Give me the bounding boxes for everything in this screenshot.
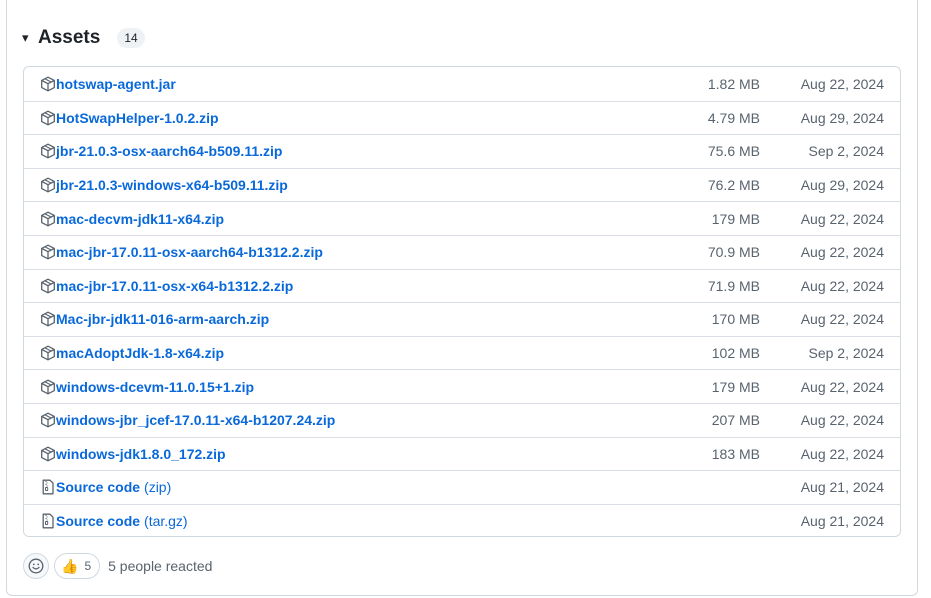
asset-size: 1.82 MB — [707, 75, 760, 92]
asset-date: Aug 22, 2024 — [800, 244, 884, 261]
asset-download-link[interactable]: mac-decvm-jdk11-x64.zip — [56, 211, 224, 227]
source-code-format: (zip) — [144, 479, 172, 496]
reaction-count: 5 — [84, 559, 92, 573]
package-icon — [40, 143, 56, 159]
source-code-label: Source code — [56, 479, 141, 496]
package-icon — [40, 412, 56, 428]
asset-size: 70.9 MB — [707, 244, 760, 261]
caret-down-icon: ▾ — [22, 30, 29, 45]
asset-size: 102 MB — [711, 345, 760, 362]
asset-name: windows-jdk1.8.0_172.zip — [56, 445, 226, 462]
asset-date: Aug 29, 2024 — [800, 109, 884, 126]
asset-row: Mac-jbr-jdk11-016-arm-aarch.zip 170 MB Aug… — [24, 302, 900, 336]
assets-title: Assets — [38, 27, 101, 48]
asset-row: jbr-21.0.3-osx-aarch64-b509.11.zip 75.6 M… — [24, 134, 900, 168]
smiley-icon — [28, 558, 44, 574]
source-code-label: Source code — [56, 513, 141, 530]
asset-download-link[interactable]: jbr-21.0.3-osx-aarch64-b509.11.zip — [56, 143, 282, 159]
asset-name: mac-decvm-jdk11-x64.zip — [56, 210, 225, 227]
asset-name: windows-jbr_jcef-17.0.11-x64-b1207.24.zi… — [56, 412, 336, 429]
reactions-summary: 5 people reacted — [108, 558, 213, 574]
package-icon — [40, 110, 56, 126]
asset-date: Aug 22, 2024 — [800, 412, 884, 429]
asset-row: mac-jbr-17.0.11-osx-aarch64-b1312.2.zip 7… — [24, 234, 900, 269]
asset-name: mac-jbr-17.0.11-osx-x64-b1312.2.zip — [56, 277, 294, 294]
asset-date: Aug 22, 2024 — [800, 210, 884, 227]
thumbs-up-reaction-button[interactable]: 👍 5 — [54, 553, 101, 579]
asset-row: mac-jbr-17.0.11-osx-x64-b1312.2.zip 71.9 … — [24, 268, 900, 303]
add-reaction-button[interactable] — [23, 553, 49, 579]
asset-download-link[interactable]: mac-jbr-17.0.11-osx-x64-b1312.2.zip — [56, 278, 293, 294]
asset-date: Sep 2, 2024 — [808, 143, 884, 160]
asset-download-link[interactable]: windows-jdk1.8.0_172.zip — [56, 446, 226, 462]
package-icon — [40, 379, 56, 395]
asset-name: windows-dcevm-11.0.15+1.zip — [56, 378, 255, 395]
asset-size: 179 MB — [711, 210, 760, 227]
asset-download-link[interactable]: macAdoptJdk-1.8-x64.zip — [56, 345, 224, 361]
asset-date: Aug 22, 2024 — [800, 445, 884, 462]
asset-date: Aug 22, 2024 — [800, 311, 884, 328]
source-code-format: (tar.gz) — [144, 513, 188, 530]
asset-size: 179 MB — [711, 378, 760, 395]
asset-download-link[interactable]: windows-jbr_jcef-17.0.11-x64-b1207.24.zi… — [56, 412, 335, 428]
asset-download-link[interactable]: jbr-21.0.3-windows-x64-b509.11.zip — [56, 177, 288, 193]
asset-download-link[interactable]: windows-dcevm-11.0.15+1.zip — [56, 379, 254, 395]
asset-row: jbr-21.0.3-windows-x64-b509.11.zip 76.2 M… — [24, 167, 900, 202]
asset-name: jbr-21.0.3-osx-aarch64-b509.11.zip — [56, 143, 283, 160]
package-icon — [40, 345, 56, 361]
package-icon — [40, 211, 56, 227]
package-icon — [40, 311, 56, 327]
asset-date: Aug 22, 2024 — [800, 378, 884, 395]
asset-size: 170 MB — [711, 311, 760, 328]
asset-row: mac-decvm-jdk11-x64.zip 179 MB Aug 22, 202… — [24, 201, 900, 235]
asset-row: windows-jdk1.8.0_172.zip 183 MB Aug 22, 20… — [24, 436, 900, 471]
thumbs-up-icon: 👍 — [61, 558, 79, 574]
asset-download-link[interactable]: mac-jbr-17.0.11-osx-aarch64-b1312.2.zip — [56, 244, 323, 260]
asset-date: Aug 29, 2024 — [800, 177, 884, 194]
asset-list: hotswap-agent.jar 1.82 MB Aug 22, 2024 HotS… — [23, 66, 901, 537]
package-icon — [40, 244, 56, 260]
asset-name: Mac-jbr-jdk11-016-arm-aarch.zip — [56, 311, 270, 328]
file-zip-icon — [40, 513, 56, 529]
package-icon — [40, 278, 56, 294]
asset-name: macAdoptJdk-1.8-x64.zip — [56, 345, 225, 362]
reactions-bar: 👍 5 5 people reacted — [23, 553, 212, 579]
asset-download-link[interactable]: hotswap-agent.jar — [56, 76, 176, 92]
source-code-row: Source code (tar.gz) Aug 21, 2024 — [24, 503, 900, 536]
asset-name: jbr-21.0.3-windows-x64-b509.11.zip — [56, 177, 288, 194]
source-code-link[interactable]: Source code (tar.gz) — [56, 513, 188, 529]
asset-name: HotSwapHelper-1.0.2.zip — [56, 109, 219, 126]
asset-date: Aug 21, 2024 — [800, 479, 884, 496]
asset-size: 4.79 MB — [707, 109, 760, 126]
package-icon — [40, 177, 56, 193]
asset-download-link[interactable]: HotSwapHelper-1.0.2.zip — [56, 110, 219, 126]
asset-date: Aug 22, 2024 — [800, 75, 884, 92]
asset-name: hotswap-agent.jar — [56, 75, 176, 92]
asset-row: windows-jbr_jcef-17.0.11-x64-b1207.24.zi… — [24, 402, 900, 437]
asset-date: Aug 21, 2024 — [800, 513, 884, 530]
asset-row: HotSwapHelper-1.0.2.zip 4.79 MB Aug 29, 20… — [24, 100, 900, 135]
package-icon — [40, 446, 56, 462]
asset-row: windows-dcevm-11.0.15+1.zip 179 MB Aug 22,… — [24, 369, 900, 403]
asset-date: Aug 22, 2024 — [800, 277, 884, 294]
asset-size: 207 MB — [711, 412, 760, 429]
asset-size: 75.6 MB — [707, 143, 760, 160]
asset-row: macAdoptJdk-1.8-x64.zip 102 MB Sep 2, 2024 — [24, 335, 900, 370]
asset-download-link[interactable]: Mac-jbr-jdk11-016-arm-aarch.zip — [56, 311, 269, 327]
assets-toggle[interactable]: ▾ Assets 14 — [22, 24, 145, 52]
source-code-row: Source code (zip) Aug 21, 2024 — [24, 470, 900, 504]
asset-name: mac-jbr-17.0.11-osx-aarch64-b1312.2.zip — [56, 244, 323, 261]
file-zip-icon — [40, 479, 56, 495]
assets-count-badge: 14 — [117, 28, 145, 48]
asset-size: 183 MB — [711, 445, 760, 462]
source-code-link[interactable]: Source code (zip) — [56, 479, 171, 495]
asset-row: hotswap-agent.jar 1.82 MB Aug 22, 2024 — [24, 67, 900, 101]
asset-date: Sep 2, 2024 — [808, 345, 884, 362]
asset-size: 76.2 MB — [707, 177, 760, 194]
asset-size: 71.9 MB — [707, 277, 760, 294]
package-icon — [40, 76, 56, 92]
